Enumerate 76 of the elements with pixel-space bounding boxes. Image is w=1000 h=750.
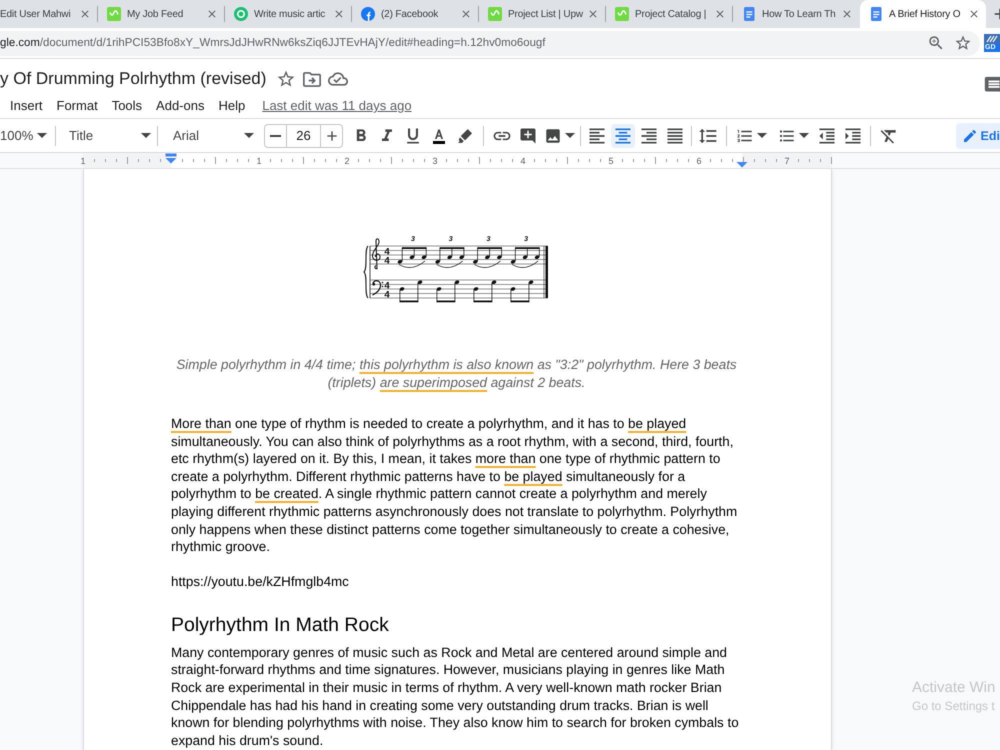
time-signature-number: 4: [384, 289, 390, 300]
tile-logo-icon: [107, 7, 121, 21]
ruler-number: 3: [432, 156, 438, 166]
align-right-icon: [639, 126, 659, 146]
time-signature-number: 4: [384, 255, 390, 266]
browser-tab[interactable]: Edit User Mahwi: [0, 0, 97, 28]
document-icon: [869, 7, 883, 21]
close-icon[interactable]: [333, 8, 345, 20]
caret-icon: [37, 133, 47, 138]
browser-tab[interactable]: Write music artic: [225, 0, 351, 28]
section-heading: Polyrhythm In Math Rock: [171, 612, 390, 637]
menu-item[interactable]: Add-ons: [149, 98, 212, 113]
browser-tab[interactable]: A Brief History O: [860, 0, 986, 28]
browser-tab[interactable]: My Job Feed: [98, 0, 224, 28]
browser-tab[interactable]: How To Learn Th: [733, 0, 859, 28]
editing-mode-button[interactable]: Edi: [956, 122, 1000, 148]
caret-icon: [756, 133, 766, 138]
close-icon[interactable]: [79, 8, 91, 20]
time-signature-number: 4: [384, 280, 390, 292]
last-edit-link[interactable]: Last edit was 11 days ago: [262, 98, 412, 113]
increase-indent-icon: [843, 126, 863, 146]
ruler-number: 2: [344, 156, 350, 166]
menu-item[interactable]: Insert: [3, 98, 50, 113]
ruler-number: 1: [80, 156, 86, 166]
menu-item[interactable]: Help: [211, 98, 252, 113]
menu-item[interactable]: Format: [50, 98, 105, 113]
style-dropdown[interactable]: Title: [62, 124, 153, 148]
caret-icon: [244, 133, 254, 138]
ruler-number: 6: [696, 156, 702, 166]
image-caption: Simple polyrhythm in 4/4 time; this polyrhythm is also known as "3:2" polyrhythm. Here 3 beats (triplets) are superimposed against 2 beats.: [175, 356, 738, 392]
body-paragraph: https://youtu.be/kZHfmglb4mc: [171, 573, 350, 591]
image-icon: [544, 126, 562, 144]
ruler-number: 4: [520, 156, 526, 166]
star-icon[interactable]: [954, 34, 972, 52]
body-paragraph: Many contemporary genres of music such as Rock and Metal are centered around simple and straight-forward rhythms and time signatures. However, musicians playing in genres like Math Rock are experimental in their music in terms of rhythm. A very well-known math rocker Brian Chippendale has had his hand in creating some very outstanding drum tracks. Brian is well known for blending polyrhythms with noise. They also know him to search for broken cymbals to expand his drum's sound.: [171, 644, 740, 750]
ruler-number: 7: [784, 156, 790, 166]
add-comment-icon: [519, 126, 537, 144]
browser-tab[interactable]: Project List | Upw: [479, 0, 605, 28]
align-center-button[interactable]: [611, 124, 635, 148]
ring-logo-icon: [234, 7, 248, 21]
ruler-number: 1: [256, 156, 262, 166]
folder-move-icon[interactable]: [303, 72, 322, 86]
font-dropdown[interactable]: Arial: [164, 124, 256, 148]
browser-tab[interactable]: (2) Facebook: [352, 0, 478, 28]
align-justify-icon: [665, 126, 685, 146]
minus-icon: [270, 134, 281, 136]
close-icon[interactable]: [714, 8, 726, 20]
zoom-dropdown[interactable]: 100%: [0, 124, 52, 148]
zoom-icon[interactable]: [927, 34, 945, 52]
document-icon: [742, 7, 756, 21]
close-icon[interactable]: [460, 8, 472, 20]
menu-item[interactable]: Tools: [104, 98, 150, 113]
ruler-number: 5: [608, 156, 614, 166]
caret-icon: [798, 133, 808, 138]
close-icon[interactable]: [587, 8, 599, 20]
close-icon[interactable]: [968, 8, 980, 20]
align-left-icon: [587, 126, 607, 146]
document-title[interactable]: y Of Drumming Polrhythm (revised): [0, 69, 266, 89]
time-signature-number: 4: [384, 246, 390, 258]
align-center-icon: [613, 126, 633, 146]
body-paragraph: More than one type of rhythm is needed to create a polyrhythm, and it has to be played simultaneously. You can also think of polyrhythms as a root rhythm, with a second, third, fourth, etc rhythm(s) layered on it. By this, I mean, it takes more than one type of rhythmic pattern to create a polyrhythm. Different rhythmic patterns have to be played simultaneously for a polyrhythm to be created. A single rhythmic pattern cannot create a polyrhythm and merely playing different rhythmic patterns asynchronously does not translate to polyrhythm. Polyrhythm only happens when these distinct patterns come together simultaneously to create a cohesive, rhythmic groove.: [171, 415, 738, 556]
disc-logo-icon: [361, 7, 375, 21]
tile-logo-icon: [615, 7, 629, 21]
highlighter-icon: [458, 128, 472, 142]
close-icon[interactable]: [841, 8, 853, 20]
star-icon[interactable]: [276, 69, 296, 89]
text-color-icon: [430, 126, 448, 144]
caret-icon: [564, 133, 574, 138]
decrease-indent-icon: [817, 126, 837, 146]
address-bar[interactable]: gle.com/document/d/1rihPCI53Bfo8xY_WmrsJdJHwRNw6ksZiq6JJTEvHAjY/edit#heading=h.12hv0mo6ougf: [0, 30, 980, 56]
close-icon[interactable]: [206, 8, 218, 20]
pencil-icon: [962, 128, 978, 144]
left-indent-marker-icon[interactable]: [166, 154, 176, 164]
browser-tab[interactable]: Project Catalog |: [606, 0, 732, 28]
tile-logo-icon: [488, 7, 502, 21]
caret-icon: [141, 133, 151, 138]
